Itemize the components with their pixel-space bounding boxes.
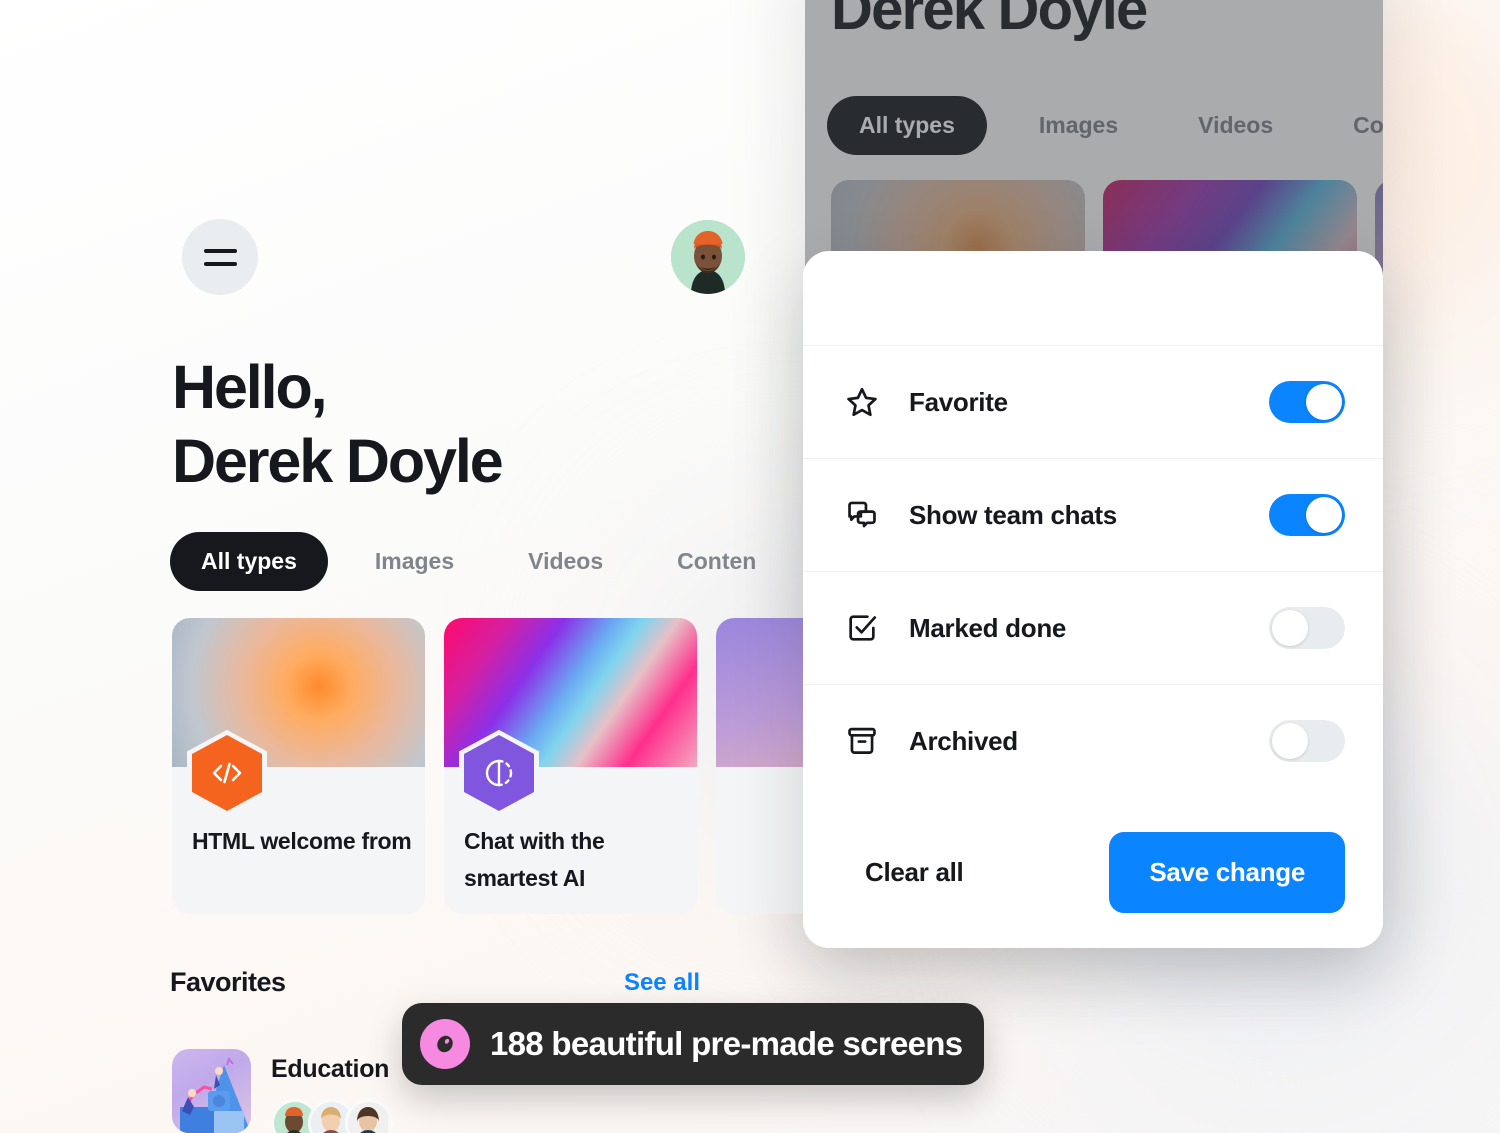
code-brackets-icon xyxy=(187,730,267,816)
top-bar xyxy=(182,219,745,295)
favorite-item-name: Education xyxy=(271,1055,390,1083)
hamburger-menu-button[interactable] xyxy=(182,219,258,295)
tab-videos[interactable]: Videos xyxy=(491,548,640,575)
greeting-line-1: Hello, xyxy=(172,353,328,421)
favorites-section-title: Favorites xyxy=(170,967,286,997)
app-screenshot: Derek Doyle All types Images Videos Cont… xyxy=(0,0,1500,1133)
tab-content[interactable]: Conten xyxy=(640,548,793,575)
user-avatar[interactable] xyxy=(671,220,745,294)
climbing-illustration xyxy=(172,1049,251,1133)
favorites-header: Favorites See all xyxy=(170,967,700,998)
filter-settings-sheet: Favorite Show team chats Marked done Arc… xyxy=(803,251,1383,948)
tab-bar: All types Images Videos Conten xyxy=(170,532,793,591)
sheet-row-label: Marked done xyxy=(909,612,1067,643)
toggle-show-team-chats[interactable] xyxy=(1269,494,1345,536)
sheet-row-label: Show team chats xyxy=(909,499,1117,530)
hamburger-icon xyxy=(203,248,237,253)
clear-all-button[interactable]: Clear all xyxy=(841,845,987,900)
sheet-header xyxy=(803,251,1383,345)
main-screen: Hello, Derek Doyle All types Images Vide… xyxy=(0,0,969,1133)
tab-all-types[interactable]: All types xyxy=(170,532,328,591)
archive-box-icon xyxy=(841,720,883,762)
sheet-row-marked-done[interactable]: Marked done xyxy=(803,571,1383,684)
toggle-favorite[interactable] xyxy=(1269,381,1345,423)
card-title: Chat with the smartest AI xyxy=(464,828,605,891)
avatar-portrait-icon xyxy=(671,220,745,294)
check-square-icon xyxy=(841,607,883,649)
chat-bubbles-icon xyxy=(841,494,883,536)
toggle-archived[interactable] xyxy=(1269,720,1345,762)
promo-banner-text: 188 beautiful pre-made screens xyxy=(490,1025,963,1062)
promo-banner: 188 beautiful pre-made screens xyxy=(402,1003,985,1085)
page-title: Hello, Derek Doyle xyxy=(172,350,504,498)
ai-assistant-icon xyxy=(459,730,539,816)
content-card[interactable]: HTML welcome from xyxy=(172,618,425,914)
card-title: HTML welcome from xyxy=(192,828,412,854)
list-item[interactable]: Education xyxy=(172,1049,393,1133)
star-icon xyxy=(841,381,883,423)
tab-images[interactable]: Images xyxy=(338,548,491,575)
avatar-stack xyxy=(271,1099,393,1133)
content-card[interactable]: Chat with the smartest AI xyxy=(444,618,697,914)
sheet-row-label: Archived xyxy=(909,725,1018,756)
sheet-row-archived[interactable]: Archived xyxy=(803,684,1383,797)
sheet-row-favorite[interactable]: Favorite xyxy=(803,345,1383,458)
greeting-line-2: Derek Doyle xyxy=(172,427,504,495)
hamburger-icon xyxy=(203,261,237,266)
sheet-row-label: Favorite xyxy=(909,386,1008,417)
save-change-button[interactable]: Save change xyxy=(1109,831,1345,913)
toggle-marked-done[interactable] xyxy=(1269,607,1345,649)
sheet-action-bar: Clear all Save change xyxy=(803,796,1383,948)
see-all-link[interactable]: See all xyxy=(624,969,700,997)
sheet-row-show-team-chats[interactable]: Show team chats xyxy=(803,458,1383,571)
avatar xyxy=(345,1099,393,1133)
pink-disc-icon xyxy=(420,1019,470,1069)
